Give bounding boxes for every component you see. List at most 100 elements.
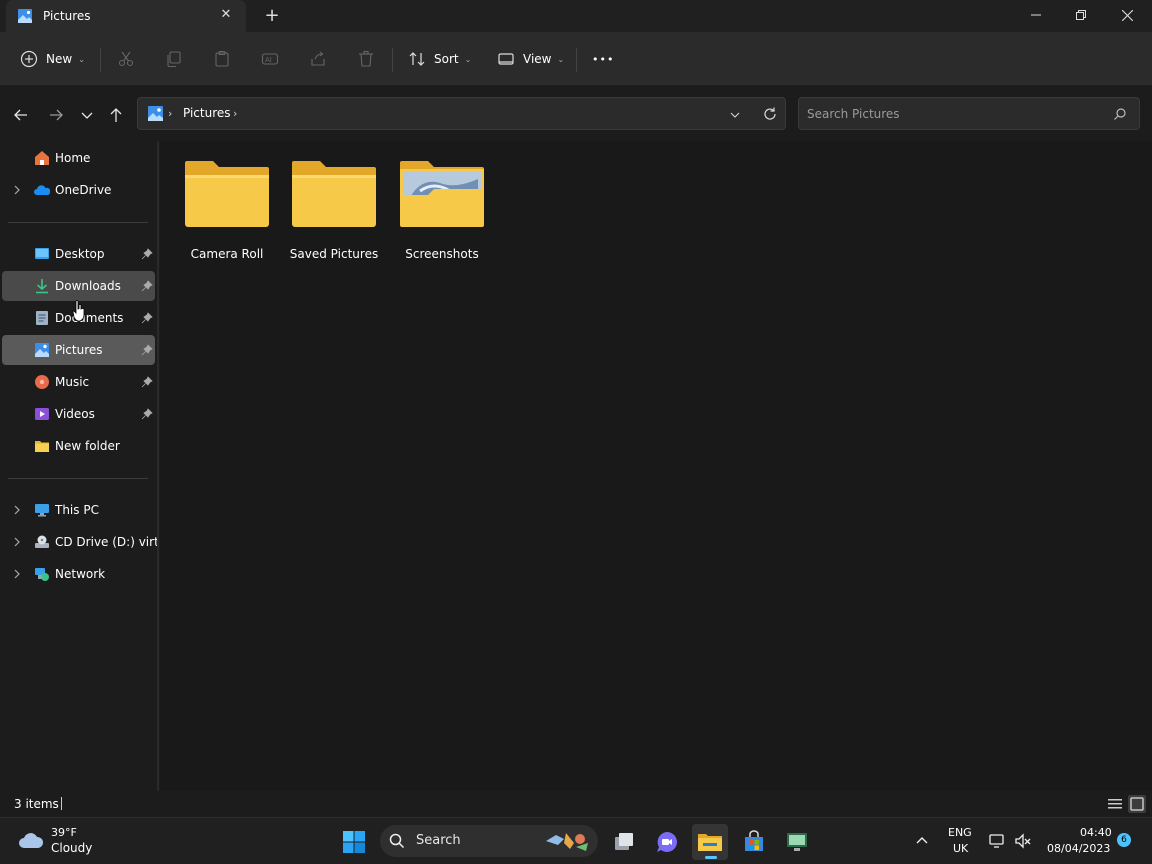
chevron-down-icon: ⌄ (557, 54, 565, 64)
task-view-button[interactable] (606, 824, 642, 860)
refresh-icon[interactable] (762, 106, 778, 122)
weather-temperature[interactable]: 39°F (51, 826, 77, 839)
details-view-icon[interactable] (1106, 795, 1124, 813)
pin-icon[interactable] (141, 280, 153, 292)
sidebar-item-this-pc[interactable]: This PC (2, 495, 155, 525)
cloudy-weather-icon[interactable] (18, 830, 44, 850)
close-tab-icon[interactable]: ✕ (218, 7, 234, 23)
search-icon (389, 833, 405, 849)
status-bar: 3 items (0, 791, 1152, 817)
sidebar-item-label: OneDrive (55, 183, 112, 197)
remote-app-button[interactable] (780, 824, 816, 860)
folder-icon (35, 441, 49, 452)
sidebar-item-music[interactable]: Music (2, 367, 155, 397)
sidebar-item-new-folder[interactable]: New folder (2, 431, 155, 461)
breadcrumb-pictures[interactable]: Pictures (183, 106, 231, 120)
clock-time[interactable]: 04:40 (1080, 826, 1112, 839)
input-region[interactable]: UK (953, 842, 968, 855)
address-history-chevron-icon[interactable] (728, 108, 742, 122)
weather-description[interactable]: Cloudy (51, 841, 92, 855)
documents-icon (36, 311, 48, 325)
folder-name: Saved Pictures (289, 247, 379, 261)
chat-app-button[interactable] (649, 824, 685, 860)
taskbar-search-label: Search (416, 833, 461, 848)
notification-count-badge[interactable]: 6 (1117, 833, 1131, 847)
back-arrow-icon[interactable] (11, 105, 31, 125)
sidebar-item-network[interactable]: Network (2, 559, 155, 589)
address-bar[interactable]: › Pictures › (137, 97, 786, 130)
folder-item[interactable]: Camera Roll (177, 157, 277, 267)
chevron-right-icon[interactable]: › (233, 107, 237, 120)
up-arrow-icon[interactable] (106, 105, 126, 125)
sidebar-item-desktop[interactable]: Desktop (2, 239, 155, 269)
taskbar: 39°F Cloudy Search ENG UK 04:40 08/04/20… (0, 817, 1152, 864)
expand-chevron-icon[interactable] (12, 504, 22, 516)
pictures-icon (148, 106, 163, 121)
navigation-pane: Home OneDrive Desktop Downloads Document… (0, 141, 158, 791)
search-highlight-icon (546, 833, 588, 851)
file-explorer-button[interactable] (692, 824, 728, 860)
paste-icon[interactable] (213, 50, 231, 68)
pin-icon[interactable] (141, 408, 153, 420)
taskbar-search[interactable]: Search (380, 825, 598, 857)
sidebar-item-onedrive[interactable]: OneDrive (2, 175, 155, 205)
search-icon[interactable] (1113, 107, 1127, 121)
restore-button[interactable] (1058, 0, 1104, 30)
music-icon (35, 375, 49, 389)
pictures-icon (18, 9, 32, 23)
recent-locations-chevron-icon[interactable] (77, 105, 97, 125)
new-tab-button[interactable]: + (262, 6, 282, 26)
delete-icon[interactable] (357, 50, 375, 68)
clock-date[interactable]: 08/04/2023 (1047, 842, 1110, 855)
sort-button[interactable]: Sort ⌄ (408, 44, 471, 74)
expand-chevron-icon[interactable] (12, 184, 22, 196)
new-button[interactable]: New ⌄ (20, 44, 85, 74)
search-input[interactable] (807, 105, 1097, 123)
pin-icon[interactable] (141, 312, 153, 324)
network-status-icon[interactable] (988, 832, 1006, 850)
start-button[interactable] (336, 824, 372, 860)
search-box[interactable] (798, 97, 1140, 130)
sidebar-item-home[interactable]: Home (2, 143, 155, 173)
share-icon[interactable] (309, 50, 327, 68)
show-hidden-icons-chevron-icon[interactable] (914, 832, 930, 848)
pin-icon[interactable] (141, 344, 153, 356)
folder-item[interactable]: Screenshots (392, 157, 492, 267)
close-window-button[interactable] (1104, 0, 1150, 30)
large-icons-view-icon[interactable] (1128, 795, 1146, 813)
chevron-right-icon[interactable]: › (168, 107, 172, 120)
input-language[interactable]: ENG (948, 826, 972, 839)
sidebar-item-cd-drive[interactable]: CD Drive (D:) virtio- (2, 527, 157, 557)
task-view-icon (615, 833, 633, 850)
pin-icon[interactable] (141, 376, 153, 388)
folder-item[interactable]: Saved Pictures (284, 157, 384, 267)
pane-splitter[interactable] (157, 141, 159, 791)
sidebar-divider (8, 222, 148, 223)
minimize-button[interactable] (1013, 0, 1059, 30)
command-bar: New ⌄ AI Sort ⌄ View ⌄ ••• (0, 32, 1152, 86)
copy-icon[interactable] (165, 50, 183, 68)
rename-icon[interactable]: AI (261, 50, 279, 68)
file-explorer-icon (698, 834, 722, 851)
separator (576, 48, 577, 72)
folder-icon (185, 161, 269, 227)
sidebar-item-downloads[interactable]: Downloads (2, 271, 155, 301)
pin-icon[interactable] (141, 248, 153, 260)
forward-arrow-icon[interactable] (46, 105, 66, 125)
separator (100, 48, 101, 72)
separator (392, 48, 393, 72)
see-more-button[interactable]: ••• (592, 44, 614, 74)
sidebar-item-videos[interactable]: Videos (2, 399, 155, 429)
tab-pictures[interactable]: Pictures ✕ (6, 0, 246, 32)
cut-icon[interactable] (117, 50, 135, 68)
view-button[interactable]: View ⌄ (497, 44, 564, 74)
expand-chevron-icon[interactable] (12, 568, 22, 580)
volume-muted-icon[interactable] (1014, 832, 1032, 850)
microsoft-store-button[interactable] (736, 824, 772, 860)
cd-drive-icon (35, 535, 49, 548)
sidebar-item-pictures[interactable]: Pictures (2, 335, 155, 365)
expand-chevron-icon[interactable] (12, 536, 22, 548)
downloads-icon (36, 279, 48, 294)
svg-text:AI: AI (265, 56, 272, 64)
pictures-icon (35, 343, 49, 357)
